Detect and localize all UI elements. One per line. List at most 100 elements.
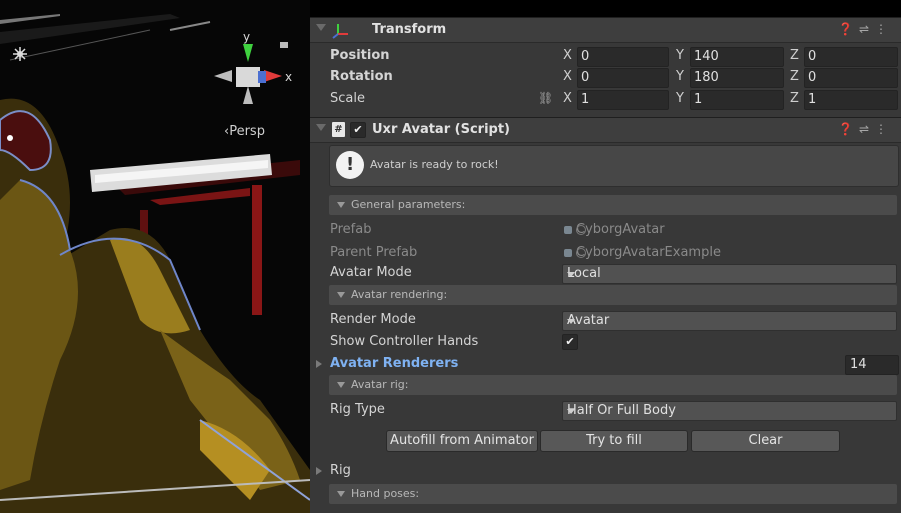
scale-x[interactable]: X 1 <box>563 90 670 110</box>
avatar-renderers-label[interactable]: Avatar Renderers <box>330 356 458 371</box>
persp-toggle[interactable]: ‹Persp <box>224 124 265 139</box>
prefab-value[interactable]: CyborgAvatar <box>576 222 665 237</box>
section-hand-poses[interactable]: Hand poses: <box>329 484 897 504</box>
fold-arrow-icon[interactable] <box>337 382 345 388</box>
scale-y-value[interactable]: 1 <box>694 92 702 107</box>
axis-x-label[interactable]: X <box>563 69 572 84</box>
position-z[interactable]: Z 0 <box>790 47 898 67</box>
transform-header[interactable]: Transform ❓⇌⋮ <box>310 17 901 43</box>
kebab-menu-icon[interactable]: ⋮ <box>875 22 893 36</box>
position-y-value[interactable]: 140 <box>694 49 719 64</box>
position-row: Position X 0 Y 140 Z 0 <box>310 45 901 67</box>
rotation-y[interactable]: Y 180 <box>676 68 784 88</box>
help-message: Avatar is ready to rock! <box>370 158 499 171</box>
render-mode-row: Render Mode Avatar <box>310 309 901 331</box>
position-z-value[interactable]: 0 <box>808 49 816 64</box>
axis-z-label[interactable]: Z <box>790 91 799 106</box>
object-picker-icon[interactable] <box>576 248 586 258</box>
script-icon: # <box>332 122 345 137</box>
scale-z-value[interactable]: 1 <box>808 92 816 107</box>
rig-type-dropdown[interactable]: Half Or Full Body <box>562 401 897 421</box>
prefab-field[interactable]: CyborgAvatar <box>562 221 895 239</box>
presets-icon[interactable]: ⇌ <box>859 122 875 136</box>
scale-row: Scale ⛓ X 1 Y 1 Z 1 <box>310 88 901 110</box>
rig-row[interactable]: Rig <box>310 460 901 482</box>
clear-button[interactable]: Clear <box>691 430 840 452</box>
link-icon[interactable]: ⛓ <box>538 91 553 105</box>
axis-y-label[interactable]: Y <box>676 69 684 84</box>
help-icon[interactable]: ❓ <box>838 122 859 136</box>
rotation-z[interactable]: Z 0 <box>790 68 898 88</box>
rig-label[interactable]: Rig <box>330 463 351 478</box>
axis-y-label[interactable]: Y <box>676 91 684 106</box>
fold-arrow-icon[interactable] <box>337 292 345 298</box>
rotation-row: Rotation X 0 Y 180 Z 0 <box>310 66 901 88</box>
object-picker-icon[interactable] <box>576 225 586 235</box>
fold-arrow-icon[interactable] <box>337 202 345 208</box>
rotation-y-value[interactable]: 180 <box>694 70 719 85</box>
expand-arrow-icon[interactable] <box>316 360 322 368</box>
fold-arrow-icon[interactable] <box>337 491 345 497</box>
avatar-renderers-row[interactable]: Avatar Renderers 14 <box>310 353 901 375</box>
inspector-panel: Transform ❓⇌⋮ Position X 0 Y 140 Z 0 Rot… <box>310 17 901 513</box>
rotation-x[interactable]: X 0 <box>563 68 670 88</box>
dropdown-arrow-icon[interactable] <box>567 319 575 324</box>
fold-arrow-icon[interactable] <box>316 124 326 131</box>
rotation-z-value[interactable]: 0 <box>808 70 816 85</box>
render-mode-dropdown[interactable]: Avatar <box>562 311 897 331</box>
prefab-cube-icon <box>564 226 572 234</box>
uxr-avatar-title: Uxr Avatar (Script) <box>372 122 510 137</box>
avatar-renderers-count-field[interactable]: 14 <box>845 355 899 375</box>
header-icons: ❓⇌⋮ <box>838 22 893 36</box>
scale-z[interactable]: Z 1 <box>790 90 898 110</box>
rotation-label: Rotation <box>330 69 393 84</box>
help-icon[interactable]: ❓ <box>838 22 859 36</box>
axis-y-label[interactable]: Y <box>676 48 684 63</box>
section-general-parameters[interactable]: General parameters: <box>329 195 897 215</box>
component-enabled-checkbox[interactable]: ✔ <box>350 122 366 138</box>
header-icons: ❓⇌⋮ <box>838 122 893 136</box>
kebab-menu-icon[interactable]: ⋮ <box>875 122 893 136</box>
scale-x-value[interactable]: 1 <box>581 92 589 107</box>
dropdown-arrow-icon[interactable] <box>567 409 575 414</box>
avatar-mode-row: Avatar Mode Local <box>310 262 901 284</box>
presets-icon[interactable]: ⇌ <box>859 22 875 36</box>
parent-prefab-field[interactable]: CyborgAvatarExample <box>562 244 895 262</box>
render-mode-label: Render Mode <box>330 312 416 327</box>
scene-view[interactable]: y x ‹Persp <box>0 0 310 513</box>
rig-type-row: Rig Type Half Or Full Body <box>310 399 901 421</box>
autofill-from-animator-button[interactable]: Autofill from Animator <box>386 430 538 452</box>
section-label: Avatar rig: <box>351 378 409 391</box>
expand-arrow-icon[interactable] <box>316 467 322 475</box>
position-x-value[interactable]: 0 <box>581 49 589 64</box>
uxr-avatar-header[interactable]: # ✔ Uxr Avatar (Script) ❓⇌⋮ <box>310 117 901 143</box>
parent-prefab-value[interactable]: CyborgAvatarExample <box>576 245 721 260</box>
try-to-fill-button[interactable]: Try to fill <box>540 430 688 452</box>
axis-z-label[interactable]: Z <box>790 48 799 63</box>
axis-x-label[interactable]: X <box>563 48 572 63</box>
avatar-mode-dropdown[interactable]: Local <box>562 264 897 284</box>
parent-prefab-label: Parent Prefab <box>330 245 418 260</box>
gizmo-y-label: y <box>243 30 251 44</box>
position-y[interactable]: Y 140 <box>676 47 784 67</box>
position-x[interactable]: X 0 <box>563 47 670 67</box>
scale-y[interactable]: Y 1 <box>676 90 784 110</box>
fold-arrow-icon[interactable] <box>316 24 326 31</box>
section-avatar-rendering[interactable]: Avatar rendering: <box>329 285 897 305</box>
show-controller-hands-checkbox[interactable]: ✔ <box>562 334 578 350</box>
dropdown-arrow-icon[interactable] <box>567 272 575 277</box>
avatar-renderers-count[interactable]: 14 <box>850 357 867 372</box>
help-box: Avatar is ready to rock! <box>329 145 899 187</box>
show-controller-hands-row: Show Controller Hands ✔ <box>310 331 901 353</box>
axis-x-label[interactable]: X <box>563 91 572 106</box>
rig-type-value[interactable]: Half Or Full Body <box>567 403 676 418</box>
prefab-label: Prefab <box>330 222 372 237</box>
section-label: Hand poses: <box>351 487 420 500</box>
parent-prefab-row: Parent Prefab CyborgAvatarExample <box>310 242 901 264</box>
axis-z-label[interactable]: Z <box>790 69 799 84</box>
show-controller-hands-label: Show Controller Hands <box>330 334 479 349</box>
transform-icon <box>332 24 348 39</box>
rotation-x-value[interactable]: 0 <box>581 70 589 85</box>
section-avatar-rig[interactable]: Avatar rig: <box>329 375 897 395</box>
section-label: General parameters: <box>351 198 466 211</box>
